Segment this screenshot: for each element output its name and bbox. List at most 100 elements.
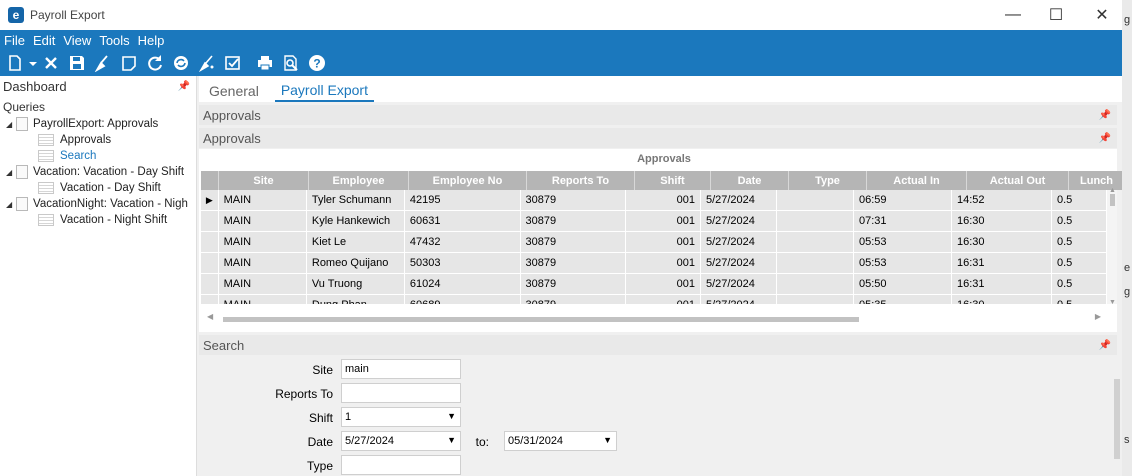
grid-horizontal-scrollbar[interactable]: ◀ ▶ bbox=[201, 312, 1107, 324]
table-cell[interactable]: MAIN bbox=[219, 232, 307, 252]
row-selector[interactable] bbox=[201, 253, 219, 273]
table-cell[interactable]: 30879 bbox=[521, 190, 627, 210]
menu-tools[interactable]: Tools bbox=[99, 33, 129, 48]
table-cell[interactable]: 30879 bbox=[521, 253, 627, 273]
tree-node-payroll-export[interactable]: ◢ PayrollExport: Approvals bbox=[6, 116, 158, 132]
row-selector[interactable] bbox=[201, 295, 219, 304]
table-cell[interactable]: MAIN bbox=[219, 274, 307, 294]
table-row[interactable]: MAIN Kiet Le 47432 30879 001 5/27/2024 05:53 16… bbox=[201, 232, 1107, 253]
table-cell[interactable]: 30879 bbox=[521, 211, 627, 231]
chevron-down-icon[interactable]: ▼ bbox=[447, 411, 456, 421]
clear-icon[interactable] bbox=[90, 51, 116, 75]
column-header-lunch[interactable]: Lunch bbox=[1069, 171, 1125, 190]
table-cell[interactable]: MAIN bbox=[219, 211, 307, 231]
column-header-shift[interactable]: Shift bbox=[635, 171, 711, 190]
table-cell[interactable]: 14:52 bbox=[952, 190, 1052, 210]
table-cell[interactable]: 06:59 bbox=[854, 190, 953, 210]
table-row[interactable]: ▶ MAIN Tyler Schumann 42195 30879 001 5/27/202… bbox=[201, 190, 1107, 211]
menu-file[interactable]: File bbox=[4, 33, 25, 48]
table-cell[interactable]: 60689 bbox=[405, 295, 521, 304]
collapse-icon[interactable]: ◢ bbox=[6, 168, 16, 177]
table-row[interactable]: MAINDung Phan60689308790015/27/2024 05:35… bbox=[201, 295, 1107, 304]
menu-view[interactable]: View bbox=[63, 33, 91, 48]
tree-node-vacation[interactable]: ◢ Vacation: Vacation - Day Shift bbox=[6, 164, 184, 180]
column-header-date[interactable]: Date bbox=[711, 171, 789, 190]
tree-item-vacation-day-shift[interactable]: Vacation - Day Shift bbox=[38, 180, 161, 196]
collapse-icon[interactable]: ◢ bbox=[6, 200, 16, 209]
table-cell[interactable] bbox=[777, 211, 854, 231]
pin-icon[interactable]: 📌 bbox=[178, 81, 190, 92]
table-cell[interactable]: 5/27/2024 bbox=[701, 253, 778, 273]
table-cell[interactable]: MAIN bbox=[219, 253, 307, 273]
row-selector[interactable] bbox=[201, 211, 219, 231]
approvals-section-header[interactable]: Approvals 📌 bbox=[199, 105, 1117, 125]
table-row[interactable]: MAIN Kyle Hankewich 60631 30879 001 5/27/2024… bbox=[201, 211, 1107, 232]
table-cell[interactable]: 05:35 bbox=[854, 295, 953, 304]
pin-icon[interactable]: 📌 bbox=[1099, 133, 1111, 144]
table-cell[interactable]: Kyle Hankewich bbox=[307, 211, 405, 231]
chevron-down-icon[interactable]: ▼ bbox=[603, 435, 612, 445]
table-cell[interactable]: 05:53 bbox=[854, 232, 953, 252]
reports-to-field[interactable] bbox=[341, 383, 461, 403]
collapse-icon[interactable]: ◢ bbox=[6, 120, 16, 129]
save-icon[interactable] bbox=[64, 51, 90, 75]
tree-item-approvals[interactable]: Approvals bbox=[38, 132, 111, 148]
search-section-header[interactable]: Search 📌 bbox=[199, 335, 1117, 355]
pin-icon[interactable]: 📌 bbox=[1099, 110, 1111, 121]
sync-icon[interactable] bbox=[168, 51, 194, 75]
pin-icon[interactable]: 📌 bbox=[1099, 340, 1111, 351]
table-row[interactable]: MAIN Vu Truong 61024 30879 001 5/27/2024 05:50… bbox=[201, 274, 1107, 295]
column-header-actual-in[interactable]: Actual In bbox=[867, 171, 967, 190]
date-to-picker[interactable]: 05/31/2024 ▼ bbox=[504, 431, 617, 451]
column-header-employee-no[interactable]: Employee No bbox=[409, 171, 527, 190]
table-cell[interactable]: MAIN bbox=[219, 190, 307, 210]
site-field[interactable]: main bbox=[341, 359, 461, 379]
table-cell[interactable]: 16:30 bbox=[952, 295, 1052, 304]
maximize-button[interactable]: ☐ bbox=[1033, 0, 1079, 30]
table-cell[interactable]: 42195 bbox=[405, 190, 521, 210]
checklist-icon[interactable] bbox=[220, 51, 246, 75]
table-cell[interactable]: 001 bbox=[626, 190, 701, 210]
column-header-actual-out[interactable]: Actual Out bbox=[967, 171, 1069, 190]
table-cell[interactable]: 0.5 bbox=[1052, 190, 1107, 210]
table-cell[interactable]: Tyler Schumann bbox=[307, 190, 405, 210]
table-cell[interactable]: 16:31 bbox=[952, 253, 1052, 273]
table-cell[interactable]: 5/27/2024 bbox=[701, 274, 778, 294]
table-cell[interactable]: Vu Truong bbox=[307, 274, 405, 294]
table-cell[interactable]: 0.5 bbox=[1052, 211, 1107, 231]
type-field[interactable] bbox=[341, 455, 461, 475]
table-cell[interactable] bbox=[777, 295, 854, 304]
table-cell[interactable]: 001 bbox=[626, 295, 701, 304]
table-cell[interactable]: MAIN bbox=[219, 295, 307, 304]
tree-node-vacation-night[interactable]: ◢ VacationNight: Vacation - Nigh bbox=[6, 196, 188, 212]
table-cell[interactable]: 0.5 bbox=[1052, 274, 1107, 294]
table-cell[interactable]: Kiet Le bbox=[307, 232, 405, 252]
row-selector[interactable] bbox=[201, 232, 219, 252]
table-cell[interactable]: 001 bbox=[626, 232, 701, 252]
grid-vertical-scrollbar[interactable]: ▲ ▼ bbox=[1107, 187, 1117, 306]
dropdown-icon[interactable] bbox=[28, 51, 38, 75]
help-icon[interactable]: ? bbox=[304, 51, 330, 75]
table-cell[interactable]: 05:50 bbox=[854, 274, 953, 294]
table-cell[interactable]: 0.5 bbox=[1052, 232, 1107, 252]
search-vertical-scrollbar[interactable] bbox=[1114, 379, 1120, 459]
tab-payroll-export[interactable]: Payroll Export bbox=[274, 82, 374, 102]
table-cell[interactable]: 5/27/2024 bbox=[701, 211, 778, 231]
column-header-type[interactable]: Type bbox=[789, 171, 867, 190]
table-row[interactable]: MAIN Romeo Quijano 50303 30879 001 5/27/2024 0… bbox=[201, 253, 1107, 274]
table-cell[interactable]: 47432 bbox=[405, 232, 521, 252]
table-cell[interactable]: 5/27/2024 bbox=[701, 295, 778, 304]
column-header-site[interactable]: Site bbox=[219, 171, 309, 190]
row-selector[interactable] bbox=[201, 274, 219, 294]
broom-icon[interactable] bbox=[194, 51, 220, 75]
table-cell[interactable] bbox=[777, 232, 854, 252]
table-cell[interactable]: Romeo Quijano bbox=[307, 253, 405, 273]
table-cell[interactable]: 61024 bbox=[405, 274, 521, 294]
table-cell[interactable]: 30879 bbox=[521, 232, 627, 252]
table-cell[interactable]: 30879 bbox=[521, 274, 627, 294]
refresh-icon[interactable] bbox=[142, 51, 168, 75]
table-cell[interactable]: 16:31 bbox=[952, 274, 1052, 294]
print-icon[interactable] bbox=[252, 51, 278, 75]
table-cell[interactable] bbox=[777, 190, 854, 210]
table-cell[interactable]: Dung Phan bbox=[307, 295, 405, 304]
